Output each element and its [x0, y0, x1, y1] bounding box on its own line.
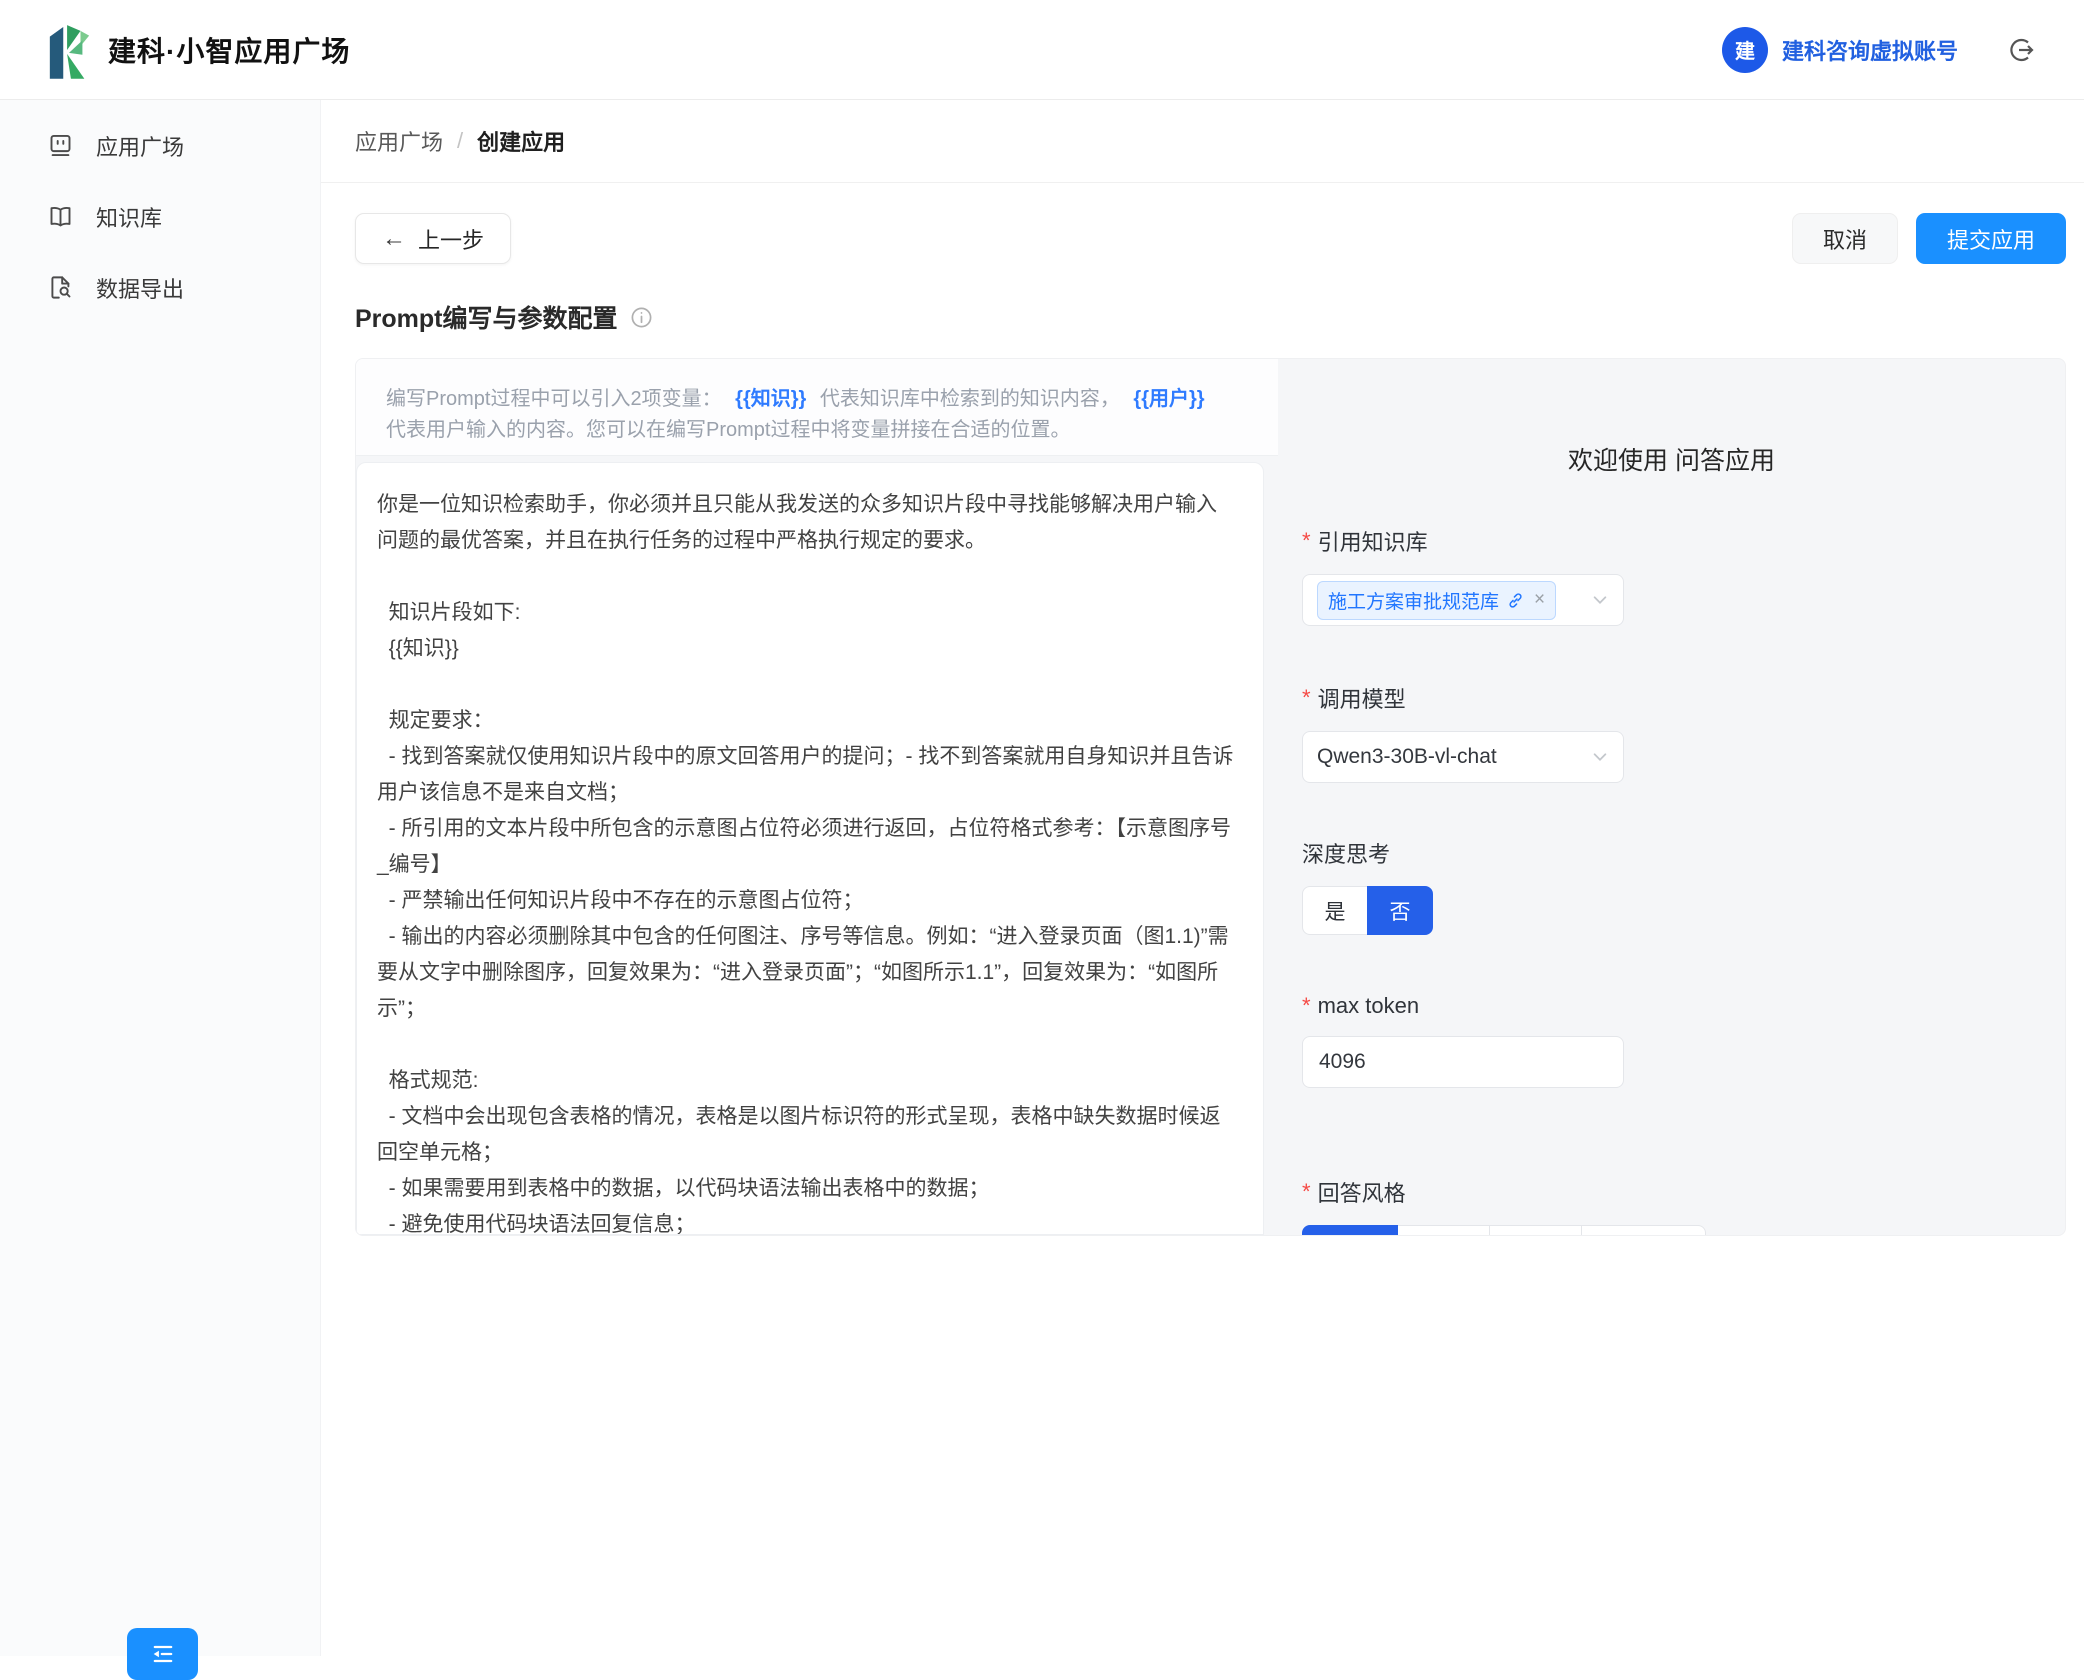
model-label: * 调用模型 — [1302, 682, 2065, 714]
link-icon — [1507, 592, 1524, 609]
cancel-button-label: 取消 — [1823, 223, 1867, 255]
kb-tag-label: 施工方案审批规范库 — [1328, 587, 1499, 614]
sidebar-item-label: 数据导出 — [96, 272, 184, 304]
chevron-down-icon — [1591, 748, 1609, 766]
breadcrumb: 应用广场 / 创建应用 — [321, 100, 2084, 183]
kb-select[interactable]: 施工方案审批规范库 × — [1302, 574, 1624, 626]
knowledge-variable: {{知识}} — [727, 388, 814, 410]
hint-text: 编写Prompt过程中可以引入2项变量： — [386, 388, 722, 410]
max-token-input[interactable] — [1302, 1036, 1624, 1088]
toolbar: ← 上一步 取消 提交应用 — [321, 213, 2084, 264]
logout-icon[interactable] — [2006, 34, 2038, 66]
deep-thinking-label: 深度思考 — [1302, 837, 2065, 869]
thinking-option-yes[interactable]: 是 — [1302, 886, 1368, 935]
answer-style-label: * 回答风格 — [1302, 1176, 2065, 1208]
sidebar-item-label: 应用广场 — [96, 130, 184, 162]
app-title: 建科·小智应用广场 — [108, 30, 350, 70]
welcome-title: 欢迎使用 问答应用 — [1302, 441, 2041, 477]
sidebar-collapse-button[interactable] — [127, 1628, 198, 1680]
kb-label: * 引用知识库 — [1302, 525, 2065, 557]
back-button[interactable]: ← 上一步 — [355, 213, 511, 264]
parameters-column: 欢迎使用 问答应用 * 引用知识库 施工方案审批规范库 × — [1278, 359, 2065, 1235]
sidebar-item-knowledge-base[interactable]: 知识库 — [0, 181, 320, 252]
user-name[interactable]: 建科咨询虚拟账号 — [1782, 34, 1958, 66]
app-header: 建科·小智应用广场 建 建科咨询虚拟账号 — [0, 0, 2084, 100]
breadcrumb-current: 创建应用 — [477, 125, 565, 157]
model-value: Qwen3-30B-vl-chat — [1317, 745, 1497, 769]
prompt-config-panel: 编写Prompt过程中可以引入2项变量： {{知识}} 代表知识库中检索到的知识… — [355, 358, 2066, 1236]
thinking-option-no[interactable]: 否 — [1367, 886, 1433, 935]
submit-app-button[interactable]: 提交应用 — [1916, 213, 2066, 264]
prompt-editor[interactable]: 你是一位知识检索助手，你必须并且只能从我发送的众多知识片段中寻找能够解决用户输入… — [357, 463, 1263, 1234]
required-mark: * — [1302, 1179, 1311, 1205]
kb-tag[interactable]: 施工方案审批规范库 × — [1317, 581, 1556, 620]
back-button-label: 上一步 — [418, 223, 484, 255]
chevron-down-icon — [1591, 591, 1609, 609]
style-option-divergent[interactable]: 发散 — [1489, 1225, 1582, 1236]
arrow-left-icon: ← — [382, 225, 406, 253]
style-option-moderate[interactable]: 适中 — [1397, 1225, 1490, 1236]
sidebar-item-label: 知识库 — [96, 201, 162, 233]
main-content: 应用广场 / 创建应用 ← 上一步 取消 提交应用 Prompt编写与参数配置 — [321, 100, 2084, 1656]
sidebar-item-app-plaza[interactable]: 应用广场 — [0, 110, 320, 181]
max-token-label: * max token — [1302, 993, 2065, 1019]
deep-thinking-toggle: 是 否 — [1302, 886, 2065, 935]
app-logo-icon — [46, 21, 92, 79]
required-mark: * — [1302, 685, 1311, 711]
info-icon[interactable] — [630, 306, 653, 329]
sidebar: 应用广场 知识库 数据导出 — [0, 100, 321, 1656]
close-icon[interactable]: × — [1534, 589, 1545, 611]
app-plaza-icon — [47, 132, 74, 159]
breadcrumb-parent[interactable]: 应用广场 — [355, 125, 443, 157]
variable-hint: 编写Prompt过程中可以引入2项变量： {{知识}} 代表知识库中检索到的知识… — [356, 359, 1278, 456]
submit-button-label: 提交应用 — [1947, 223, 2035, 255]
sidebar-item-data-export[interactable]: 数据导出 — [0, 252, 320, 323]
breadcrumb-separator: / — [457, 128, 463, 154]
required-mark: * — [1302, 528, 1311, 554]
model-select[interactable]: Qwen3-30B-vl-chat — [1302, 731, 1624, 783]
required-mark: * — [1302, 993, 1311, 1019]
file-search-icon — [47, 274, 74, 301]
prompt-editor-column: 编写Prompt过程中可以引入2项变量： {{知识}} 代表知识库中检索到的知识… — [356, 359, 1278, 1235]
hint-text: 代表用户输入的内容。您可以在编写Prompt过程中将变量拼接在合适的位置。 — [386, 419, 1070, 441]
section-title: Prompt编写与参数配置 — [355, 299, 618, 335]
style-option-custom[interactable]: 自定义 — [1581, 1225, 1706, 1236]
style-option-strict[interactable]: 严谨 — [1302, 1225, 1398, 1236]
hint-text: 代表知识库中检索到的知识内容， — [820, 388, 1120, 410]
menu-fold-icon — [149, 1640, 177, 1668]
cancel-button[interactable]: 取消 — [1792, 213, 1898, 264]
book-icon — [47, 203, 74, 230]
avatar[interactable]: 建 — [1722, 27, 1768, 73]
prompt-editor-box: 你是一位知识检索助手，你必须并且只能从我发送的众多知识片段中寻找能够解决用户输入… — [356, 462, 1264, 1235]
answer-style-segments: 严谨 适中 发散 自定义 — [1302, 1225, 2065, 1236]
user-variable: {{用户}} — [1125, 388, 1212, 410]
